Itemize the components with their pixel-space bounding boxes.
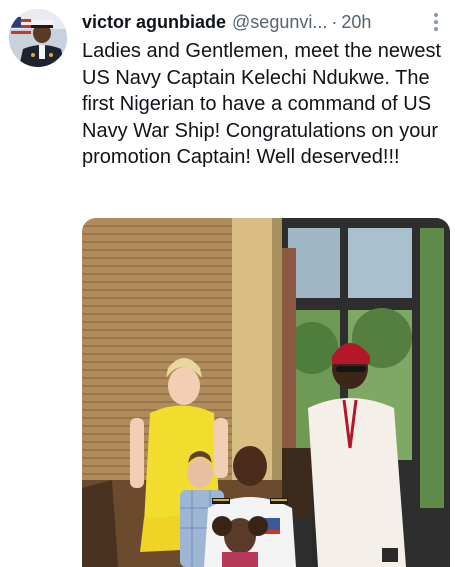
tweet-photo[interactable] — [82, 218, 450, 567]
user-handle[interactable]: @segunvi... — [232, 9, 327, 35]
separator-dot: · — [331, 12, 338, 32]
avatar[interactable] — [9, 9, 67, 67]
tweet[interactable]: victor agunbiade @segunvi... · 20h Ladie… — [0, 0, 455, 567]
tweet-text: Ladies and Gentlemen, meet the newest US… — [82, 40, 442, 168]
tweet-header: victor agunbiade @segunvi... · 20h — [82, 9, 437, 35]
more-vertical-icon[interactable] — [431, 11, 441, 33]
timestamp[interactable]: 20h — [341, 9, 371, 35]
display-name[interactable]: victor agunbiade — [82, 9, 226, 35]
